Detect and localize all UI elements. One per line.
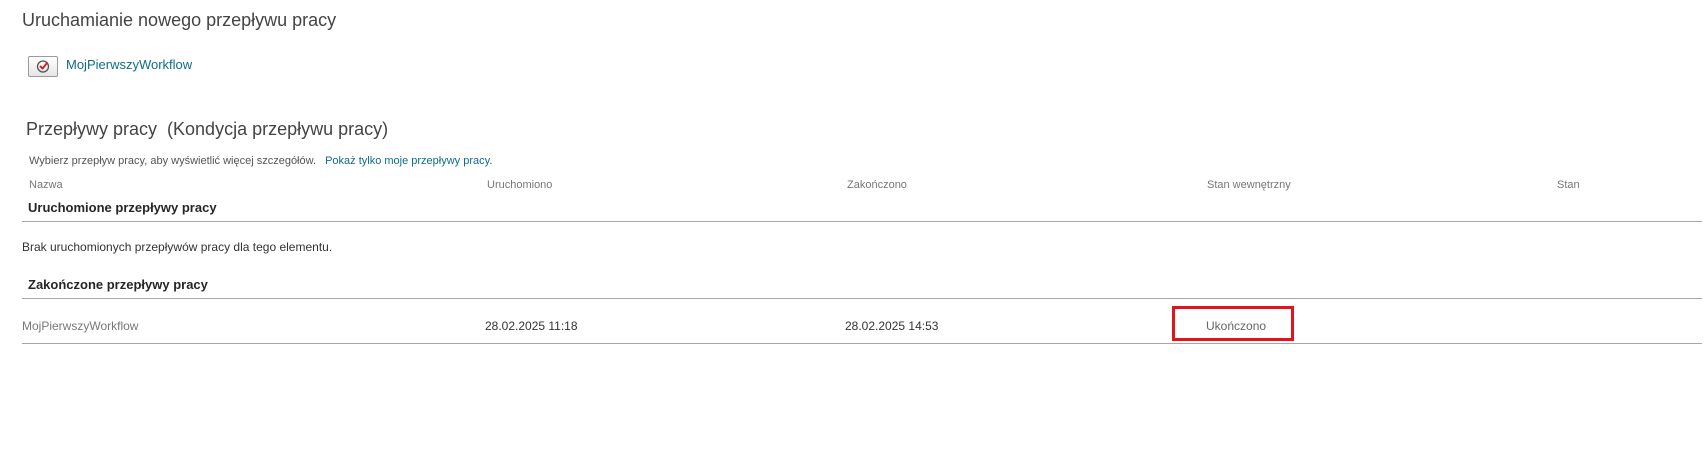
- ended-date: 28.02.2025 14:53: [845, 319, 939, 333]
- started-date: 28.02.2025 11:18: [485, 319, 578, 333]
- column-header-state[interactable]: Stan: [1557, 179, 1580, 191]
- completed-divider: [22, 298, 1702, 299]
- running-workflows-heading: Uruchomione przepływy pracy: [28, 200, 217, 215]
- internal-state-highlight: [1172, 306, 1294, 341]
- workflow-page: Uruchamianie nowego przepływu pracy MojP…: [0, 0, 1705, 453]
- row-divider: [22, 343, 1702, 344]
- column-header-ended[interactable]: Zakończono: [847, 179, 907, 191]
- workflow-name-link[interactable]: MojPierwszyWorkflow: [22, 319, 138, 333]
- completed-workflows-heading: Zakończone przepływy pracy: [28, 277, 208, 292]
- workflow-start-icon[interactable]: [28, 56, 58, 77]
- no-running-workflows-message: Brak uruchomionych przepływów pracy dla …: [22, 240, 333, 254]
- show-my-workflows-link[interactable]: Pokaż tylko moje przepływy pracy.: [325, 155, 492, 167]
- workflow-start-row: MojPierwszyWorkflow: [28, 56, 192, 77]
- column-header-internal-state[interactable]: Stan wewnętrzny: [1207, 179, 1291, 191]
- workflows-hint-text: Wybierz przepływ pracy, aby wyświetlić w…: [29, 155, 317, 167]
- column-header-name[interactable]: Nazwa: [29, 179, 63, 191]
- workflows-hint: Wybierz przepływ pracy, aby wyświetlić w…: [29, 155, 492, 167]
- column-header-started[interactable]: Uruchomiono: [487, 179, 552, 191]
- start-workflow-link[interactable]: MojPierwszyWorkflow: [66, 57, 192, 72]
- workflows-section-title: Przepływy pracy (Kondycja przepływu prac…: [26, 119, 389, 139]
- start-workflow-title: Uruchamianie nowego przepływu pracy: [22, 10, 337, 30]
- running-divider: [22, 221, 1702, 222]
